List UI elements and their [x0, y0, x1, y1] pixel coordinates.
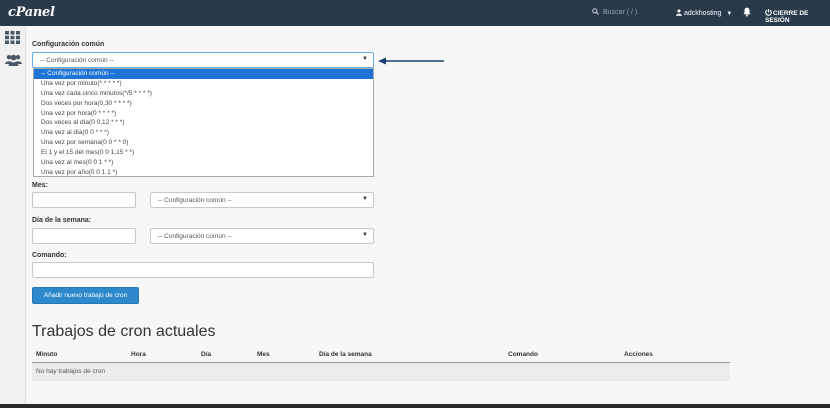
users-icon[interactable] [5, 54, 22, 68]
weekday-select[interactable]: -- Configuración común -- ▼ [150, 228, 374, 244]
annotation-arrow [378, 57, 444, 65]
weekday-select-value: -- Configuración común -- [158, 233, 232, 240]
common-settings-label: Configuración común [32, 41, 105, 48]
weekday-input[interactable] [32, 228, 136, 244]
cron-table-header: Minuto Hora Día Mes Día de la semana Com… [32, 348, 730, 363]
dropdown-option[interactable]: Una vez al día(0 0 * * *) [34, 128, 373, 138]
column-header-minute[interactable]: Minuto [36, 351, 57, 358]
empty-table-message: No hay trabajos de cron [36, 368, 106, 375]
dropdown-option[interactable]: Una vez por año(0 0 1 1 *) [34, 168, 373, 178]
month-input[interactable] [32, 192, 136, 208]
bell-icon [743, 7, 751, 17]
chevron-down-icon: ▼ [362, 196, 368, 202]
top-navbar: cPanel Buscar ( / ) adckhosting ▼ CIERRE … [0, 0, 830, 26]
chevron-down-icon: ▼ [726, 11, 733, 17]
column-header-command[interactable]: Comando [508, 351, 538, 358]
column-header-hour[interactable]: Hora [131, 351, 146, 358]
column-header-actions: Acciones [624, 351, 653, 358]
user-icon [676, 9, 682, 16]
dropdown-option[interactable]: Una vez cada cinco minutos(*/5 * * * *) [34, 89, 373, 99]
month-select-value: -- Configuración común -- [158, 197, 232, 204]
column-header-month[interactable]: Mes [257, 351, 270, 358]
search-placeholder: Buscar ( / ) [603, 9, 638, 16]
dropdown-option[interactable]: Dos veces al día(0 0,12 * * *) [34, 118, 373, 128]
dropdown-option[interactable]: Una vez al mes(0 0 1 * *) [34, 158, 373, 168]
add-cron-job-button[interactable]: Añadir nuevo trabajo de cron [32, 287, 139, 304]
command-input[interactable] [32, 262, 374, 278]
dropdown-option[interactable]: El 1 y el 15 del mes(0 0 1,15 * *) [34, 148, 373, 158]
logout-button[interactable]: CIERRE DE SESIÓN [765, 9, 830, 24]
common-settings-dropdown-list: -- Configuración común -- Una vez por mi… [33, 68, 374, 177]
common-settings-select-value: -- Configuración común -- [40, 57, 114, 64]
left-sidebar [0, 26, 26, 408]
command-label: Comando: [32, 252, 67, 259]
month-select[interactable]: -- Configuración común -- ▼ [150, 192, 374, 208]
chevron-down-icon: ▼ [362, 232, 368, 238]
logout-icon [765, 9, 772, 16]
search-box[interactable]: Buscar ( / ) [592, 8, 637, 16]
cpanel-logo[interactable]: cPanel [8, 5, 55, 20]
user-menu[interactable]: adckhosting ▼ [676, 9, 732, 17]
current-jobs-title: Trabajos de cron actuales [32, 323, 216, 340]
column-header-weekday[interactable]: Día de la semana [319, 351, 372, 358]
common-settings-select[interactable]: -- Configuración común -- ▼ [32, 52, 374, 68]
table-row: No hay trabajos de cron [32, 363, 730, 381]
notifications-button[interactable] [743, 7, 751, 19]
search-icon [592, 8, 599, 15]
dropdown-option[interactable]: Dos veces por hora(0,30 * * * *) [34, 99, 373, 109]
column-header-day[interactable]: Día [201, 351, 211, 358]
weekday-label: Día de la semana: [32, 217, 92, 224]
chevron-down-icon: ▼ [362, 56, 368, 62]
apps-grid-icon[interactable] [5, 31, 20, 46]
month-label: Mes: [32, 182, 48, 189]
username: adckhosting [684, 10, 722, 17]
dropdown-option[interactable]: -- Configuración común -- [34, 69, 373, 79]
dropdown-option[interactable]: Una vez por minuto(* * * * *) [34, 79, 373, 89]
dropdown-option[interactable]: Una vez por semana(0 0 * * 0) [34, 138, 373, 148]
bottom-edge [0, 404, 830, 408]
dropdown-option[interactable]: Una vez por hora(0 * * * *) [34, 109, 373, 119]
